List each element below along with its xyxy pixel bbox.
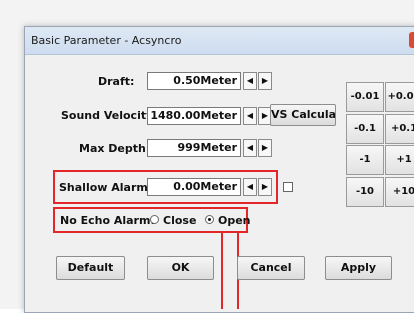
increment-button-minus-0-01[interactable]: -0.01 bbox=[346, 82, 384, 112]
draft-increment-icon[interactable]: ▶ bbox=[258, 72, 272, 90]
open-option-label[interactable]: Open bbox=[218, 214, 251, 227]
max-depth-label: Max Depth: bbox=[79, 142, 151, 155]
shallow-alarm-checkbox[interactable] bbox=[283, 182, 293, 192]
close-radio[interactable] bbox=[150, 215, 159, 224]
apply-button[interactable]: Apply bbox=[325, 256, 392, 280]
increment-button-minus-10[interactable]: -10 bbox=[346, 177, 384, 207]
increment-button-minus-1[interactable]: -1 bbox=[346, 145, 384, 175]
open-radio[interactable] bbox=[205, 215, 214, 224]
close-button[interactable]: ✕ bbox=[409, 32, 414, 48]
max-depth-increment-icon[interactable]: ▶ bbox=[258, 139, 272, 157]
default-button[interactable]: Default bbox=[56, 256, 125, 280]
max-depth-decrement-icon[interactable]: ◀ bbox=[243, 139, 257, 157]
draft-field[interactable]: 0.50Meter bbox=[147, 72, 241, 90]
no-echo-alarm-label: No Echo Alarm: bbox=[60, 214, 155, 227]
increment-button-minus-0-1[interactable]: -0.1 bbox=[346, 114, 384, 144]
cancel-button[interactable]: Cancel bbox=[237, 256, 305, 280]
max-depth-field[interactable]: 999Meter bbox=[147, 139, 241, 157]
draft-decrement-icon[interactable]: ◀ bbox=[243, 72, 257, 90]
callout-line-left bbox=[221, 233, 223, 309]
shallow-alarm-increment-icon[interactable]: ▶ bbox=[258, 178, 272, 196]
window-title: Basic Parameter - Acsyncro bbox=[31, 34, 182, 47]
close-option-label[interactable]: Close bbox=[163, 214, 196, 227]
vs-calculate-button[interactable]: VS Calculate bbox=[270, 104, 336, 126]
sound-velocity-label: Sound Velocity: bbox=[61, 109, 158, 122]
shallow-alarm-field[interactable]: 0.00Meter bbox=[147, 178, 241, 196]
shallow-alarm-decrement-icon[interactable]: ◀ bbox=[243, 178, 257, 196]
sound-velocity-decrement-icon[interactable]: ◀ bbox=[243, 107, 257, 125]
shallow-alarm-label: Shallow Alarm: bbox=[59, 181, 153, 194]
increment-button-plus-10[interactable]: +10 bbox=[385, 177, 414, 207]
increment-button-plus-0-01[interactable]: +0.01 bbox=[385, 82, 414, 112]
sound-velocity-field[interactable]: 1480.00Meter bbox=[147, 107, 241, 125]
increment-button-plus-0-1[interactable]: +0.1 bbox=[385, 114, 414, 144]
ok-button[interactable]: OK bbox=[147, 256, 214, 280]
draft-label: Draft: bbox=[98, 75, 135, 88]
increment-button-plus-1[interactable]: +1 bbox=[385, 145, 414, 175]
title-bar[interactable]: Basic Parameter - Acsyncro ✕ bbox=[25, 27, 414, 55]
